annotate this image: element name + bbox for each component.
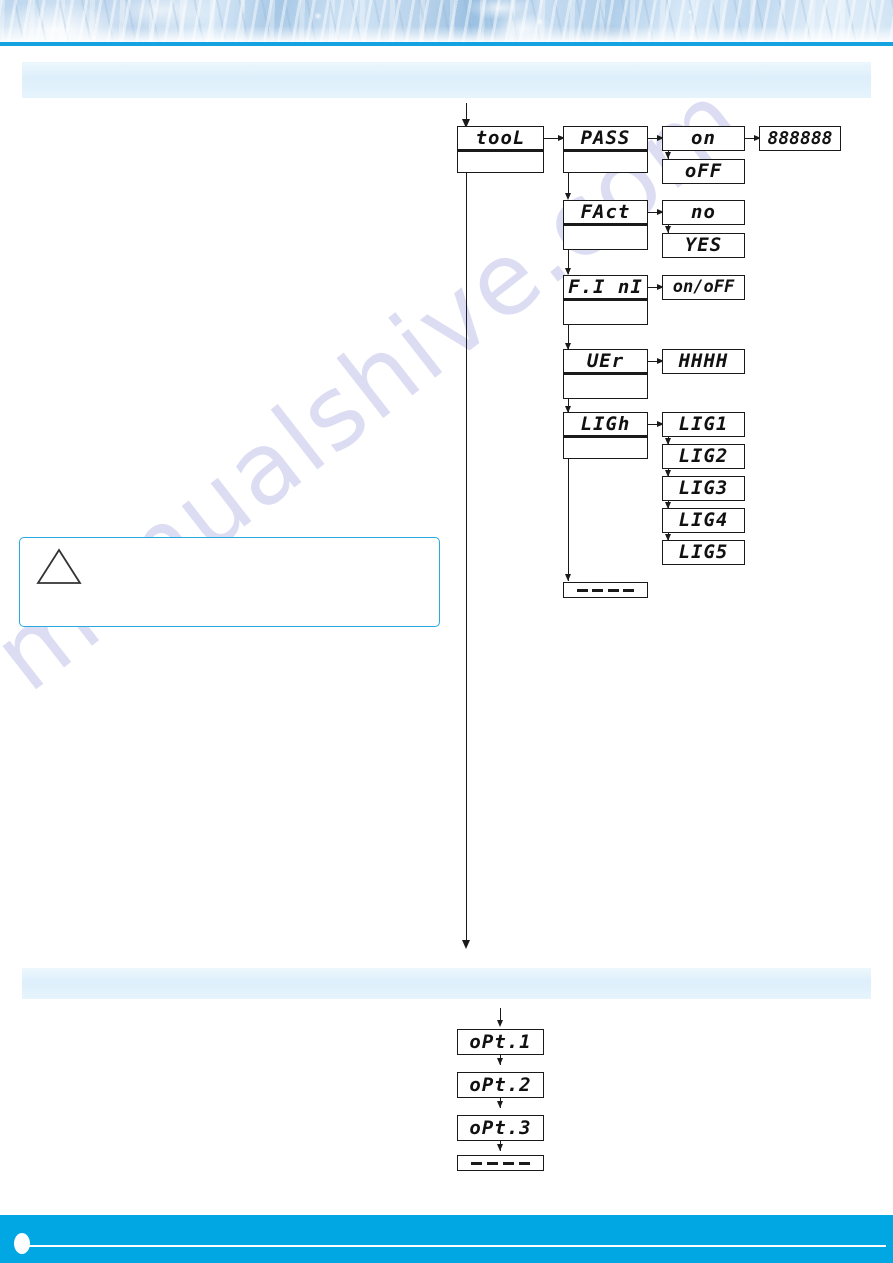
option-box-opt1[interactable]: oPt.1 [457,1029,544,1055]
connector-ligh-to-exit [568,459,570,581]
arrow-no-to-yes [664,226,671,233]
main-flow-spine-arrow [461,940,470,949]
arrow-on-to-off [664,152,671,159]
dash-segment [471,1161,482,1165]
footer-bar [0,1215,893,1263]
menu-box-pass-body [563,151,648,173]
dash-segment [623,588,635,592]
dash-segment [487,1161,498,1165]
main-flow-spine [466,173,468,945]
exit-dash-box-tool[interactable] [563,582,648,598]
option-box-lig1[interactable]: LIG1 [662,412,745,437]
dash-segment [607,588,619,592]
menu-box-root[interactable]: tooL [457,126,544,151]
footer-page-marker [14,1233,30,1254]
dash-segment [576,588,588,592]
menu-box-filter-inline[interactable]: F.I nI [563,275,648,300]
menu-box-version[interactable]: UEr [563,349,648,374]
dash-segment [592,588,604,592]
menu-box-fact-body [563,225,648,250]
arrow-fact-to-finl [564,268,571,275]
menu-box-light[interactable]: LIGh [563,412,648,437]
menu-box-pass[interactable]: PASS [563,126,648,151]
option-box-opt3[interactable]: oPt.3 [457,1115,544,1141]
arrow-opt2-to-opt3 [496,1101,503,1108]
menu-box-version-body [563,374,648,399]
menu-box-root-body [457,151,544,173]
option-box-fact-yes[interactable]: YES [662,233,745,258]
arrow-opt1-to-opt2 [496,1058,503,1065]
value-box-version-digits[interactable]: HHHH [662,349,745,374]
menu-box-filter-inline-body [563,300,648,325]
exit-dash-box-opt[interactable] [457,1155,544,1171]
option-box-opt2[interactable]: oPt.2 [457,1072,544,1098]
option-box-lig5[interactable]: LIG5 [662,540,745,565]
dash-segment [503,1161,514,1165]
arrow-entry-opt1 [496,1020,503,1027]
option-box-pass-on[interactable]: on [662,126,745,151]
menu-box-light-body [563,437,648,459]
value-box-password-digits[interactable]: 888888 [759,126,841,151]
option-box-lig3[interactable]: LIG3 [662,476,745,501]
option-box-lig2[interactable]: LIG2 [662,444,745,469]
option-box-filter-onoff[interactable]: on/oFF [662,275,745,300]
dash-segment [519,1161,530,1165]
option-box-lig4[interactable]: LIG4 [662,508,745,533]
menu-box-fact[interactable]: FAct [563,200,648,225]
option-box-fact-no[interactable]: no [662,200,745,225]
footer-rule [24,1245,886,1247]
arrow-opt3-to-exit [496,1144,503,1151]
arrow-ligh-to-exit [564,574,571,581]
option-box-pass-off[interactable]: oFF [662,159,745,184]
menu-flow-diagram: tooL PASS on oFF 888888 FAct no YES F.I … [0,0,893,1263]
arrow-pass-to-fact [564,193,571,200]
